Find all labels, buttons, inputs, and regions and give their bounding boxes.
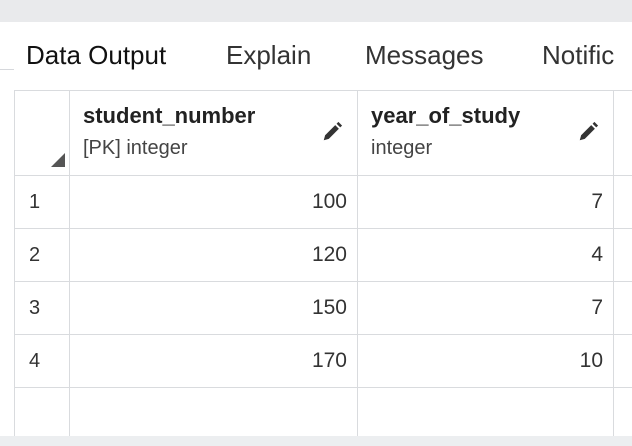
cell-empty — [614, 335, 632, 388]
column-name: year_of_study — [371, 103, 521, 128]
triangle-corner-icon — [51, 153, 65, 167]
cell-year-of-study[interactable]: 10 — [358, 335, 614, 388]
select-all-corner[interactable] — [14, 90, 70, 176]
row-number[interactable]: 2 — [14, 229, 70, 282]
new-row-number[interactable] — [14, 388, 70, 440]
pencil-icon[interactable] — [577, 121, 599, 143]
tab-notifications[interactable]: Notific — [542, 22, 632, 90]
cell-empty — [614, 388, 632, 440]
cell-year-of-study[interactable]: 7 — [358, 176, 614, 229]
column-type: integer — [371, 137, 433, 159]
new-row-cell[interactable] — [358, 388, 614, 440]
tab-bar: Data Output Explain Messages Notific — [14, 22, 632, 90]
tabbar-divider — [0, 69, 14, 70]
bottom-strip — [0, 436, 632, 446]
row-number[interactable]: 3 — [14, 282, 70, 335]
column-name: student_number — [83, 103, 256, 128]
pencil-icon[interactable] — [321, 121, 343, 143]
tab-explain[interactable]: Explain — [226, 22, 311, 90]
column-header-student-number[interactable]: student_number [PK] integer — [70, 90, 358, 176]
cell-student-number[interactable]: 100 — [70, 176, 358, 229]
row-number[interactable]: 1 — [14, 176, 70, 229]
column-header-overflow — [614, 90, 632, 176]
tab-messages[interactable]: Messages — [365, 22, 484, 90]
top-strip — [0, 0, 632, 22]
column-type: [PK] integer — [83, 137, 188, 159]
new-row-cell[interactable] — [70, 388, 358, 440]
cell-empty — [614, 229, 632, 282]
cell-empty — [614, 176, 632, 229]
column-header-year-of-study[interactable]: year_of_study integer — [358, 90, 614, 176]
cell-year-of-study[interactable]: 4 — [358, 229, 614, 282]
cell-empty — [614, 282, 632, 335]
tab-data-output[interactable]: Data Output — [26, 22, 166, 90]
cell-year-of-study[interactable]: 7 — [358, 282, 614, 335]
row-number[interactable]: 4 — [14, 335, 70, 388]
data-grid: student_number [PK] integer year_of_stud… — [14, 90, 632, 446]
cell-student-number[interactable]: 170 — [70, 335, 358, 388]
cell-student-number[interactable]: 120 — [70, 229, 358, 282]
cell-student-number[interactable]: 150 — [70, 282, 358, 335]
